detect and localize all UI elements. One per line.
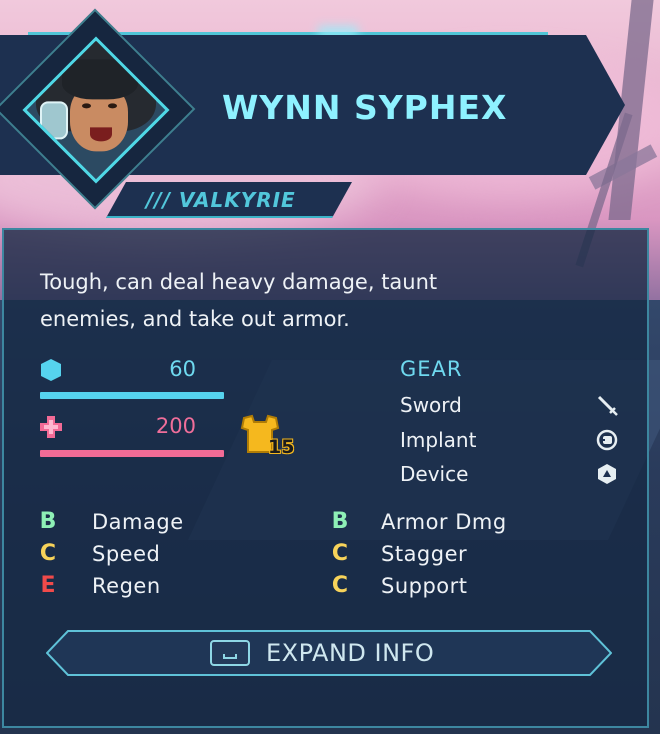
class-label: /// VALKYRIE [146,188,296,212]
stagger-label: Stagger [381,542,468,566]
damage-grade: B [39,509,57,534]
support-grade: C [331,573,349,598]
gear-item-implant: Implant [400,428,477,452]
damage-label: Damage [92,510,184,534]
implant-icon [596,429,618,451]
description-line: Tough, can deal heavy damage, taunt [40,270,438,294]
character-description: Tough, can deal heavy damage, taunt enem… [40,264,560,338]
regen-grade: E [40,573,56,598]
armor-badge-value: 15 [268,436,295,458]
armor-bar [40,392,224,399]
health-value: 200 [155,414,196,438]
health-bar [40,450,224,457]
armor-value: 60 [169,357,196,381]
armor-dmg-grade: B [331,509,349,534]
speed-label: Speed [92,542,161,566]
support-label: Support [381,574,468,598]
key-prompt-icon [210,640,250,666]
gear-title: GEAR [400,357,463,381]
description-line: enemies, and take out armor. [40,307,350,331]
sword-icon [597,395,618,416]
shield-icon [41,359,61,381]
gear-item-device: Device [400,462,469,486]
device-icon [598,464,616,484]
regen-label: Regen [92,574,161,598]
gear-item-sword: Sword [400,393,462,417]
speed-grade: C [39,541,57,566]
health-icon [40,416,62,438]
expand-info-label: EXPAND INFO [266,639,435,667]
stagger-grade: C [331,541,349,566]
character-name: WYNN SYPHEX [222,88,508,127]
armor-dmg-label: Armor Dmg [381,510,507,534]
